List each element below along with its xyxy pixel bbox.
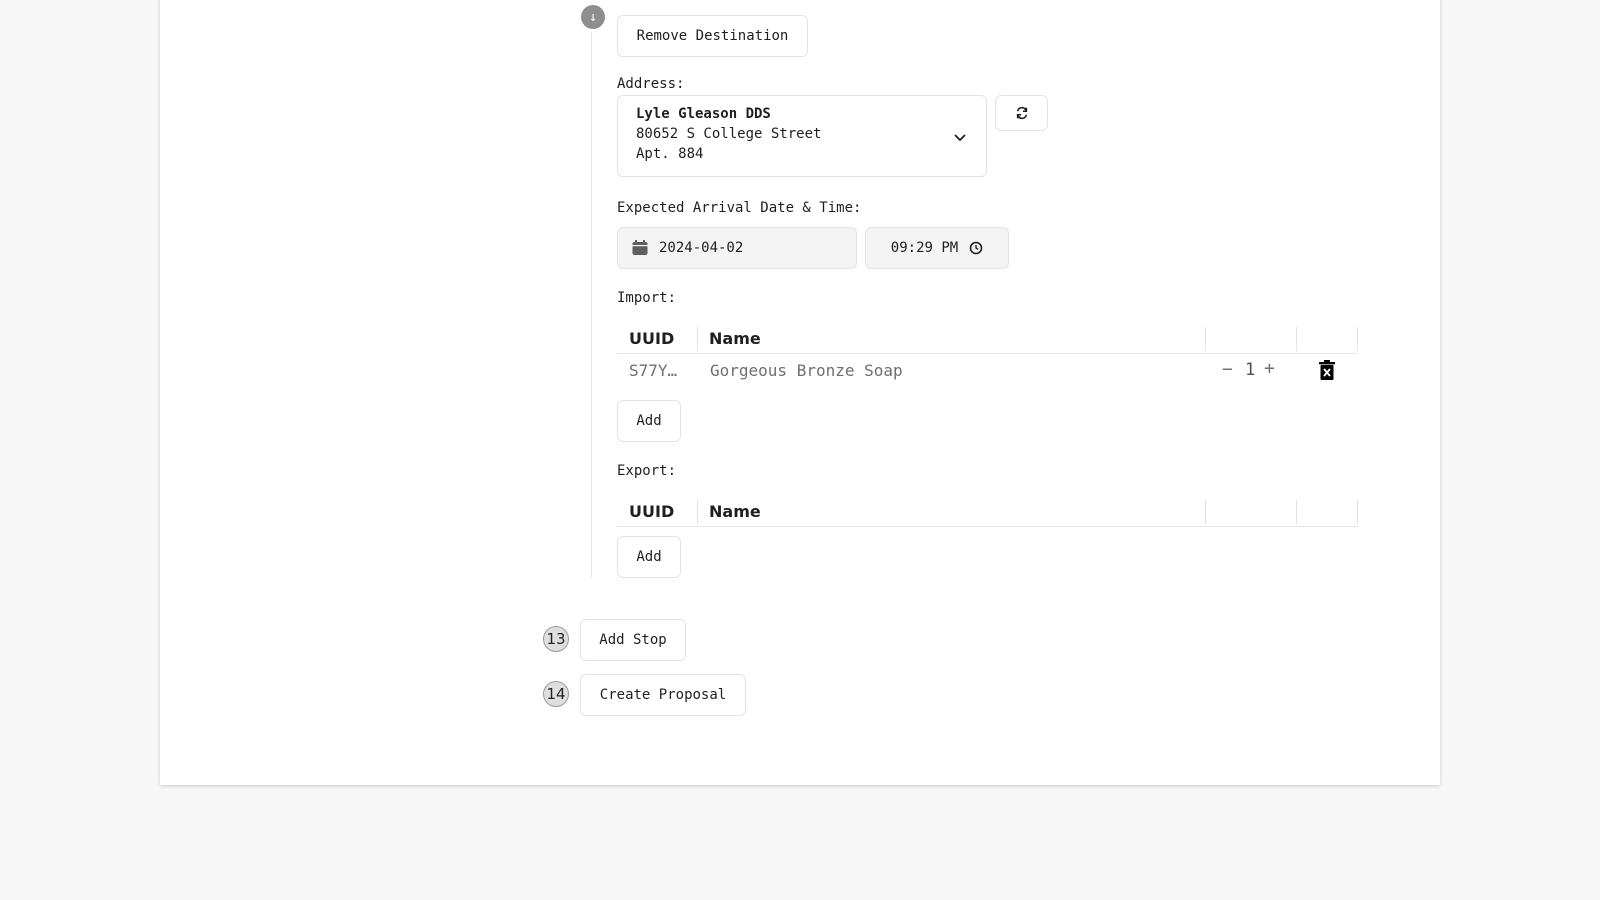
create-proposal-button[interactable]: Create Proposal <box>580 674 746 716</box>
col-divider <box>697 500 698 524</box>
import-add-button[interactable]: Add <box>617 400 681 442</box>
arrow-down-icon[interactable]: ↓ <box>581 5 605 29</box>
import-table-header: UUID Name <box>617 323 1358 354</box>
col-divider <box>1205 500 1206 524</box>
arrival-label: Expected Arrival Date & Time: <box>617 200 862 216</box>
quantity-value: 1 <box>1245 360 1256 380</box>
address-select[interactable]: Lyle Gleason DDS 80652 S College Street … <box>617 95 987 177</box>
arrival-time-value: 09:29 PM <box>890 240 959 256</box>
increment-button[interactable]: + <box>1264 358 1275 379</box>
col-divider <box>1357 500 1358 524</box>
step-number-badge: 13 <box>543 626 569 652</box>
refresh-icon <box>1016 106 1027 120</box>
remove-destination-button[interactable]: Remove Destination <box>617 15 808 57</box>
export-add-button[interactable]: Add <box>617 536 681 578</box>
timeline-line <box>591 32 592 578</box>
col-divider <box>1296 500 1297 524</box>
add-stop-button[interactable]: Add Stop <box>580 619 686 661</box>
col-divider <box>1296 327 1297 351</box>
import-col-name: Name <box>709 328 761 348</box>
clock-icon <box>969 241 983 255</box>
address-name: Lyle Gleason DDS <box>636 106 771 122</box>
export-label: Export: <box>617 463 677 479</box>
export-col-uuid: UUID <box>629 501 675 521</box>
arrival-date-value: 2024-04-02 <box>659 240 744 256</box>
trash-icon[interactable] <box>1319 360 1335 380</box>
refresh-address-button[interactable] <box>995 95 1048 131</box>
import-row-name: Gorgeous Bronze Soap <box>710 361 903 380</box>
col-divider <box>1205 327 1206 351</box>
chevron-down-icon <box>954 134 966 142</box>
content-card: ↓ Remove Destination Address: Lyle Gleas… <box>160 0 1440 785</box>
step-number-badge: 14 <box>543 681 569 707</box>
export-col-name: Name <box>709 501 761 521</box>
import-row-uuid: S77Y… <box>629 361 678 380</box>
decrement-button[interactable]: − <box>1222 359 1233 380</box>
col-divider <box>697 327 698 351</box>
address-unit: Apt. 884 <box>636 146 704 162</box>
address-street: 80652 S College Street <box>636 126 822 142</box>
address-label: Address: <box>617 76 685 92</box>
arrival-time-input[interactable]: 09:29 PM <box>865 227 1009 269</box>
export-table-header: UUID Name <box>617 496 1358 527</box>
import-label: Import: <box>617 290 677 306</box>
arrival-date-input[interactable]: 2024-04-02 <box>617 227 857 269</box>
calendar-icon <box>632 240 648 255</box>
import-col-uuid: UUID <box>629 328 675 348</box>
col-divider <box>1357 327 1358 351</box>
